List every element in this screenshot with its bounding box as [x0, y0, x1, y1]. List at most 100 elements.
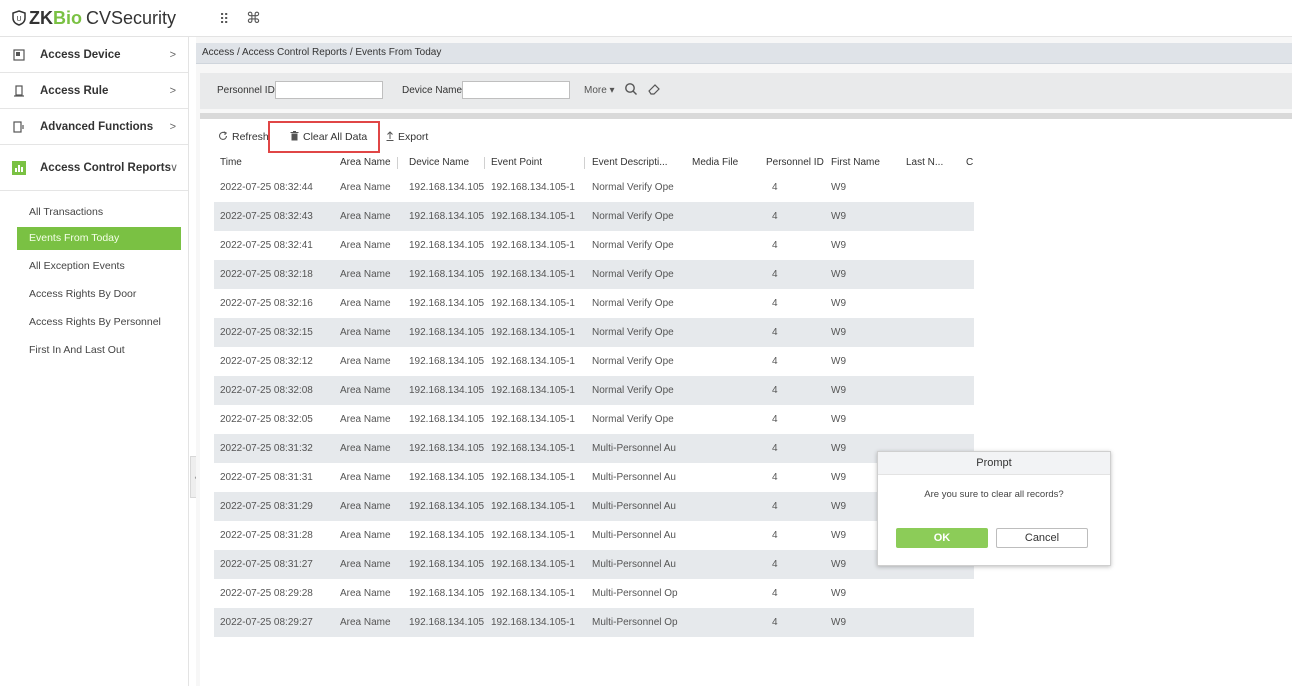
cell-event-point: 192.168.134.105-1: [491, 240, 575, 251]
cell-event-point: 192.168.134.105-1: [491, 530, 575, 541]
sidebar-menu-access-rule[interactable]: Access Rule >: [0, 73, 188, 109]
table-row[interactable]: 2022-07-25 08:31:31 Area Name 192.168.134.…: [214, 463, 974, 492]
cell-time: 2022-07-25 08:31:27: [220, 559, 313, 570]
cell-first-name: W9: [831, 385, 846, 396]
cell-event-description: Normal Verify Ope: [592, 385, 674, 396]
cell-device-name: 192.168.134.105: [409, 443, 485, 454]
sidebar-menu-access-control-reports[interactable]: Access Control Reports ∨: [0, 145, 188, 191]
cell-area-name: Area Name: [340, 356, 391, 367]
cell-time: 2022-07-25 08:32:15: [220, 327, 313, 338]
column-header-time[interactable]: Time: [220, 157, 242, 168]
cell-event-point: 192.168.134.105-1: [491, 269, 575, 280]
column-header-first-name[interactable]: First Name: [831, 157, 880, 168]
sidebar-item-first-in-and-last-out[interactable]: First In And Last Out: [17, 339, 181, 362]
table-row[interactable]: 2022-07-25 08:29:27 Area Name 192.168.134.…: [214, 608, 974, 637]
cell-event-point: 192.168.134.105-1: [491, 211, 575, 222]
export-label: Export: [398, 131, 429, 143]
cell-device-name: 192.168.134.105: [409, 356, 485, 367]
sidebar-menu-label: Advanced Functions: [40, 120, 154, 133]
sidebar-menu-advanced-functions[interactable]: Advanced Functions >: [0, 109, 188, 145]
column-header-media-file[interactable]: Media File: [692, 157, 738, 168]
column-header-overflow[interactable]: C: [966, 157, 973, 168]
more-filters-button[interactable]: More ▾: [584, 85, 615, 96]
table-row[interactable]: 2022-07-25 08:32:15 Area Name 192.168.134.…: [214, 318, 974, 347]
device-name-input[interactable]: [462, 81, 570, 99]
table-row[interactable]: 2022-07-25 08:32:05 Area Name 192.168.134.…: [214, 405, 974, 434]
advanced-icon: [12, 120, 26, 134]
sidebar-menu-access-device[interactable]: Access Device >: [0, 37, 188, 73]
search-icon[interactable]: [621, 79, 641, 99]
cell-personnel-id: 4: [772, 182, 778, 193]
highlight-annotation: [268, 121, 380, 153]
export-button[interactable]: Export: [386, 129, 428, 145]
table-row[interactable]: 2022-07-25 08:31:28 Area Name 192.168.134.…: [214, 521, 974, 550]
cell-first-name: W9: [831, 327, 846, 338]
rule-icon: [12, 84, 26, 98]
app-title: ZKBio CVSecurity: [29, 7, 177, 28]
sidebar-item-all-transactions[interactable]: All Transactions: [17, 201, 181, 224]
table-row[interactable]: 2022-07-25 08:32:44 Area Name 192.168.134.…: [214, 173, 974, 202]
table-row[interactable]: 2022-07-25 08:31:32 Area Name 192.168.134.…: [214, 434, 974, 463]
table-row[interactable]: 2022-07-25 08:29:28 Area Name 192.168.134.…: [214, 579, 974, 608]
cell-personnel-id: 4: [772, 240, 778, 251]
cell-device-name: 192.168.134.105: [409, 414, 485, 425]
table-row[interactable]: 2022-07-25 08:32:16 Area Name 192.168.134.…: [214, 289, 974, 318]
cell-first-name: W9: [831, 414, 846, 425]
cell-event-point: 192.168.134.105-1: [491, 443, 575, 454]
cell-event-description: Multi-Personnel Au: [592, 559, 676, 570]
sidebar-item-events-from-today[interactable]: Events From Today: [17, 227, 181, 250]
cell-personnel-id: 4: [772, 588, 778, 599]
cell-personnel-id: 4: [772, 269, 778, 280]
cell-personnel-id: 4: [772, 211, 778, 222]
table-row[interactable]: 2022-07-25 08:32:12 Area Name 192.168.134.…: [214, 347, 974, 376]
cell-event-point: 192.168.134.105-1: [491, 385, 575, 396]
personnel-id-label: Personnel ID: [217, 85, 275, 96]
column-header-event-description[interactable]: Event Descripti...: [592, 157, 668, 168]
table-row[interactable]: 2022-07-25 08:32:08 Area Name 192.168.134.…: [214, 376, 974, 405]
column-header-device-name[interactable]: Device Name: [409, 157, 469, 168]
refresh-button[interactable]: Refresh: [218, 129, 269, 145]
cell-first-name: W9: [831, 182, 846, 193]
cell-event-description: Multi-Personnel Au: [592, 501, 676, 512]
cell-event-description: Normal Verify Ope: [592, 414, 674, 425]
sidebar-item-all-exception-events[interactable]: All Exception Events: [17, 255, 181, 278]
table-row[interactable]: 2022-07-25 08:31:29 Area Name 192.168.134.…: [214, 492, 974, 521]
sidebar-item-access-rights-by-door[interactable]: Access Rights By Door: [17, 283, 181, 306]
eraser-icon[interactable]: [644, 79, 664, 99]
cell-time: 2022-07-25 08:31:32: [220, 443, 313, 454]
cell-area-name: Area Name: [340, 501, 391, 512]
dialog-title: Prompt: [878, 452, 1110, 475]
table-row[interactable]: 2022-07-25 08:32:41 Area Name 192.168.134.…: [214, 231, 974, 260]
cell-time: 2022-07-25 08:29:28: [220, 588, 313, 599]
cell-event-point: 192.168.134.105-1: [491, 501, 575, 512]
cell-area-name: Area Name: [340, 385, 391, 396]
column-separator: [584, 157, 585, 169]
column-header-area-name[interactable]: Area Name: [340, 157, 391, 168]
grid-menu-icon[interactable]: ⠿: [219, 11, 229, 28]
column-header-last-name[interactable]: Last N...: [906, 157, 943, 168]
cell-device-name: 192.168.134.105: [409, 269, 485, 280]
cell-first-name: W9: [831, 269, 846, 280]
cell-event-point: 192.168.134.105-1: [491, 472, 575, 483]
cell-device-name: 192.168.134.105: [409, 385, 485, 396]
table-row[interactable]: 2022-07-25 08:31:27 Area Name 192.168.134.…: [214, 550, 974, 579]
cell-event-description: Normal Verify Ope: [592, 327, 674, 338]
cell-area-name: Area Name: [340, 269, 391, 280]
column-header-event-point[interactable]: Event Point: [491, 157, 542, 168]
personnel-id-input[interactable]: [275, 81, 383, 99]
cell-area-name: Area Name: [340, 530, 391, 541]
table-row[interactable]: 2022-07-25 08:32:43 Area Name 192.168.134.…: [214, 202, 974, 231]
prompt-dialog: Prompt Are you sure to clear all records…: [877, 451, 1111, 566]
cell-device-name: 192.168.134.105: [409, 617, 485, 628]
cell-first-name: W9: [831, 617, 846, 628]
table-row[interactable]: 2022-07-25 08:32:18 Area Name 192.168.134.…: [214, 260, 974, 289]
ok-button[interactable]: OK: [896, 528, 988, 548]
cell-event-description: Normal Verify Ope: [592, 182, 674, 193]
report-content: Refresh Clear All Data Export Time Area …: [200, 119, 1292, 686]
column-header-personnel-id[interactable]: Personnel ID: [766, 157, 830, 168]
sidebar-item-access-rights-by-personnel[interactable]: Access Rights By Personnel: [17, 311, 181, 334]
command-icon[interactable]: ⌘: [246, 9, 261, 27]
app-logo[interactable]: U ZKBio CVSecurity: [12, 6, 176, 30]
cell-device-name: 192.168.134.105: [409, 501, 485, 512]
cancel-button[interactable]: Cancel: [996, 528, 1088, 548]
